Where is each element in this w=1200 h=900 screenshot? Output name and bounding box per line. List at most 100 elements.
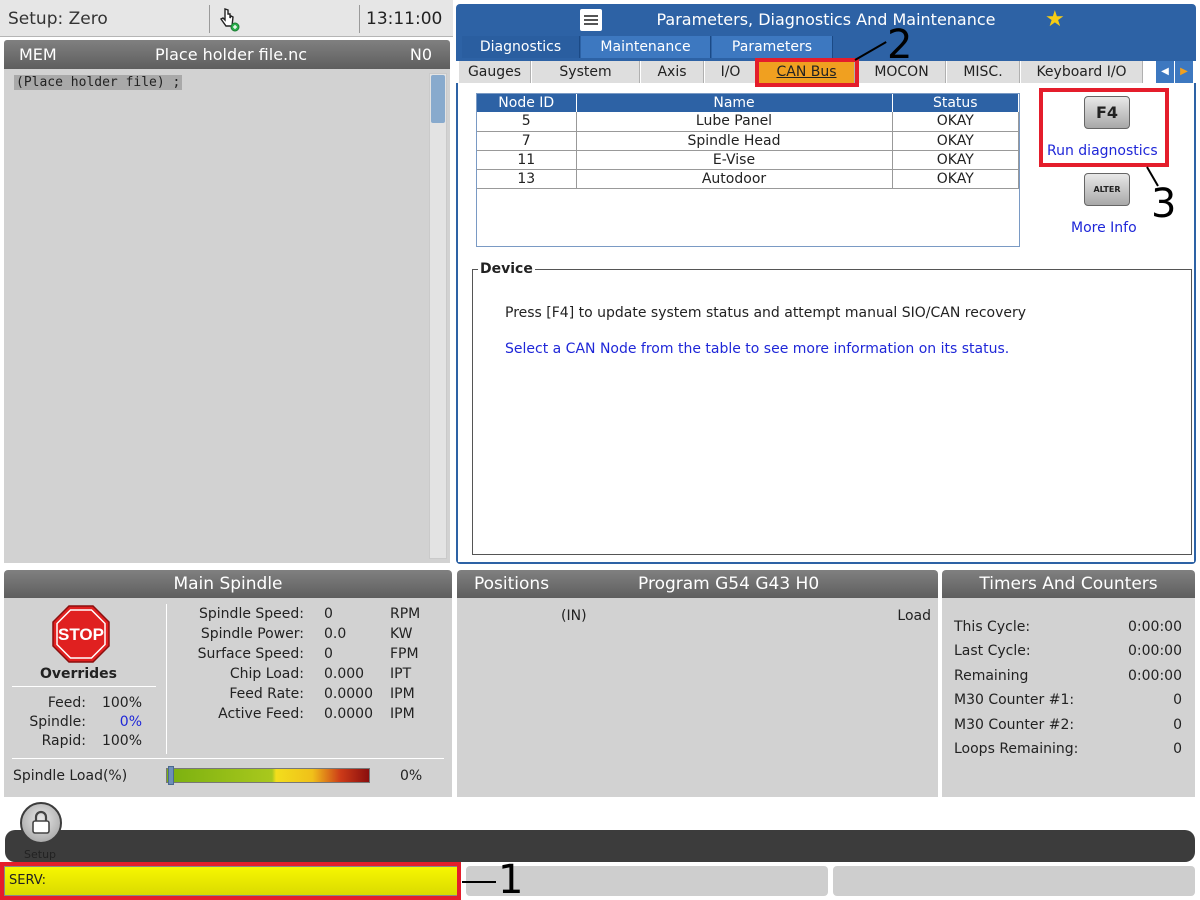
pdm-title: Parameters, Diagnostics And Maintenance [656, 10, 996, 29]
device-info-box: Device Press [F4] to update system statu… [472, 261, 1192, 555]
spindle-speed-label: Spindle Speed: [199, 606, 304, 622]
device-legend: Device [478, 261, 535, 277]
top-status-bar: Setup: Zero 13:11:00 [0, 0, 453, 37]
program-file-name: Place holder file.nc [155, 45, 308, 64]
spindle-power-unit: KW [390, 626, 413, 642]
override-feed-value: 100% [101, 695, 142, 711]
tab-axis[interactable]: Axis [641, 61, 704, 83]
program-line-number: N0 [409, 45, 432, 64]
active-feed-unit: IPM [390, 706, 415, 722]
spindle-panel-title: Main Spindle [4, 570, 452, 598]
callout-1-number: 1 [498, 857, 524, 900]
setup-button[interactable] [20, 802, 62, 844]
override-rapid-value: 100% [101, 733, 142, 749]
tab-parameters[interactable]: Parameters [712, 36, 833, 58]
timer-label: This Cycle: [954, 619, 1031, 635]
tab-scroll-left-icon[interactable]: ◀ [1156, 61, 1174, 83]
cell-status: OKAY [892, 169, 1019, 189]
positions-panel: (IN) Load [457, 598, 938, 797]
col-status: Status [892, 94, 1019, 112]
timer-row: Last Cycle: 0:00:00 [954, 643, 1182, 663]
divider [12, 758, 444, 759]
col-name: Name [576, 94, 893, 112]
chip-load-label: Chip Load: [229, 666, 304, 682]
callout-1-leader [462, 881, 496, 883]
table-row[interactable]: 7 Spindle Head OKAY [477, 131, 1019, 151]
override-feed-label: Feed: [47, 695, 86, 711]
tab-scroll-right-icon[interactable]: ▶ [1175, 61, 1193, 83]
tab-maintenance[interactable]: Maintenance [581, 36, 711, 58]
spindle-load-label: Spindle Load(%) [13, 768, 128, 784]
spindle-load-value: 0% [400, 768, 423, 784]
tab-keyboard-io[interactable]: Keyboard I/O [1021, 61, 1143, 83]
tab-diagnostics[interactable]: Diagnostics [462, 36, 580, 58]
cell-node-id: 11 [477, 150, 577, 170]
positions-program: Program G54 G43 H0 [638, 574, 820, 594]
cell-name: Lube Panel [576, 112, 893, 132]
code-line[interactable]: (Place holder file) ; [14, 75, 183, 90]
device-instructions: Press [F4] to update system status and a… [505, 305, 1027, 321]
program-header: MEM Place holder file.nc N0 [4, 40, 450, 69]
navigation-bar [5, 830, 1195, 862]
spindle-load-marker [168, 766, 174, 785]
alter-key-button[interactable]: ALTER [1084, 173, 1130, 206]
counter-value: 0 [1173, 741, 1182, 757]
timer-value: 0:00:00 [1128, 643, 1182, 659]
timer-value: 0:00:00 [1128, 619, 1182, 635]
tab-system[interactable]: System [532, 61, 640, 83]
program-scrollbar[interactable] [429, 73, 447, 559]
override-rapid-label: Rapid: [41, 733, 86, 749]
col-node-id: Node ID [477, 94, 577, 112]
spindle-load-bar [166, 768, 370, 783]
program-editor[interactable]: (Place holder file) ; [4, 69, 450, 563]
tab-gauges[interactable]: Gauges [459, 61, 531, 83]
table-row[interactable]: 13 Autodoor OKAY [477, 169, 1019, 189]
surface-speed-value: 0 [324, 646, 333, 662]
timer-value: 0:00:00 [1128, 668, 1182, 684]
can-node-table[interactable]: Node ID Name Status 5 Lube Panel OKAY 7 … [476, 93, 1020, 247]
favorite-star-icon[interactable]: ★ [1045, 7, 1065, 32]
table-row[interactable]: 5 Lube Panel OKAY [477, 112, 1019, 132]
feed-rate-unit: IPM [390, 686, 415, 702]
jog-hand-icon[interactable] [218, 6, 240, 32]
callout-3-number: 3 [1151, 181, 1177, 227]
active-feed-label: Active Feed: [218, 706, 304, 722]
clock: 13:11:00 [366, 9, 443, 29]
chip-load-value: 0.000 [324, 666, 365, 682]
more-info-link[interactable]: More Info [1071, 220, 1137, 236]
table-row[interactable]: 11 E-Vise OKAY [477, 150, 1019, 170]
timer-label: Remaining [954, 668, 1029, 684]
counter-label: M30 Counter #2: [954, 717, 1075, 733]
cell-name: Autodoor [576, 169, 893, 189]
override-spindle-label: Spindle: [29, 714, 86, 730]
chip-load-unit: IPT [390, 666, 412, 682]
override-spindle-value: 0% [119, 714, 142, 730]
surface-speed-label: Surface Speed: [197, 646, 304, 662]
overrides-title: Overrides [40, 666, 117, 682]
feed-rate-value: 0.0000 [324, 686, 373, 702]
tab-misc[interactable]: MISC. [947, 61, 1020, 83]
cell-status: OKAY [892, 112, 1019, 132]
timer-row: This Cycle: 0:00:00 [954, 619, 1182, 639]
timers-panel: This Cycle: 0:00:00 Last Cycle: 0:00:00 … [942, 598, 1195, 797]
program-mode: MEM [19, 45, 57, 64]
divider [12, 686, 156, 687]
stop-sign-icon: STOP [52, 605, 110, 663]
timer-label: Last Cycle: [954, 643, 1031, 659]
cell-name: Spindle Head [576, 131, 893, 151]
positions-unit: (IN) [561, 608, 587, 624]
cell-name: E-Vise [576, 150, 893, 170]
spindle-panel: STOP Overrides Feed: 100% Spindle: 0% Ra… [4, 598, 452, 797]
counter-value: 0 [1173, 717, 1182, 733]
divider [359, 5, 360, 33]
counter-label: Loops Remaining: [954, 741, 1079, 757]
callout-3-highlight [1039, 88, 1169, 167]
cell-node-id: 5 [477, 112, 577, 132]
tab-io[interactable]: I/O [705, 61, 757, 83]
surface-speed-unit: FPM [390, 646, 419, 662]
scrollbar-thumb[interactable] [431, 75, 445, 123]
timer-row: Remaining 0:00:00 [954, 668, 1182, 688]
positions-load-header: Load [897, 608, 931, 624]
divider [209, 5, 210, 33]
cell-node-id: 13 [477, 169, 577, 189]
